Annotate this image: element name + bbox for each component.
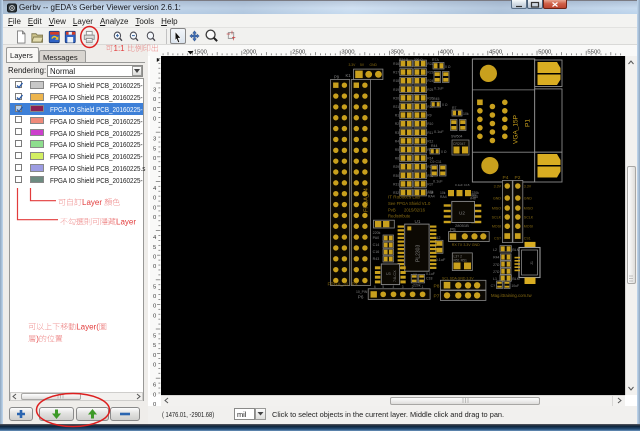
- svg-text:1:1: 1:1: [114, 44, 126, 53]
- svg-text:Layer: Layer: [116, 218, 136, 227]
- svg-text:Layer(: Layer(: [76, 323, 99, 332]
- svg-text:Layer: Layer: [82, 198, 102, 207]
- svg-text:): ): [36, 335, 39, 344]
